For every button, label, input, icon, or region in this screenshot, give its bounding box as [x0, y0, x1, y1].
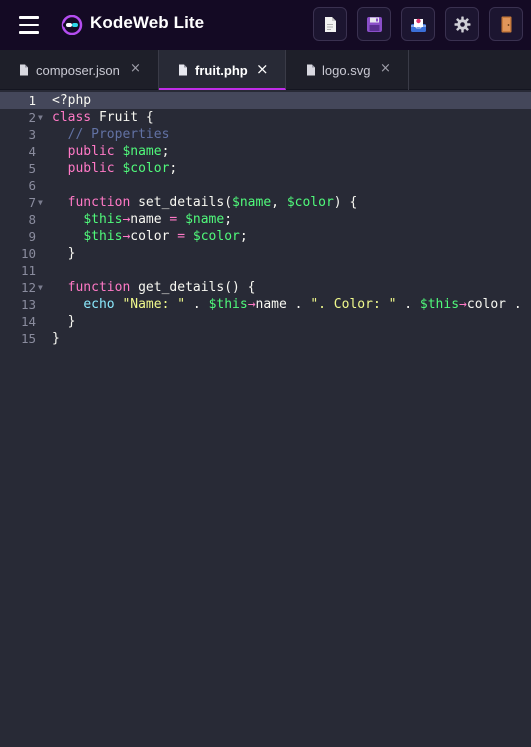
fold-arrow-icon[interactable]: ▼	[38, 109, 43, 126]
code-text: }	[52, 314, 76, 329]
logo-icon	[61, 15, 83, 35]
code-line[interactable]: 14 }	[0, 313, 531, 330]
code-line[interactable]: 12 ▼ function get_details() {	[0, 279, 531, 296]
file-icon	[179, 64, 187, 76]
close-icon[interactable]: ×	[256, 61, 269, 77]
code-text: class Fruit {	[52, 110, 154, 125]
code-line[interactable]: 1 <?php	[0, 92, 531, 109]
code-text: }	[52, 246, 76, 261]
code-editor[interactable]: 1 <?php 2 ▼ class Fruit {3 // Properties 4 pu…	[0, 91, 531, 747]
code-text: function set_details($name, $color) {	[67, 195, 358, 210]
code-line[interactable]: 8 $this→name = $name;	[0, 211, 531, 228]
export-button[interactable]	[401, 7, 435, 41]
app-title: KodeWeb Lite	[90, 13, 205, 32]
code-text: }	[52, 331, 60, 346]
code-line[interactable]: 2 ▼ class Fruit {	[0, 109, 531, 126]
line-number: 10	[20, 246, 36, 261]
code-line[interactable]: 6	[0, 177, 531, 194]
code-line[interactable]: 7 ▼ function set_details($name, $color) {	[0, 194, 531, 211]
tab-logo-svg[interactable]: logo.svg ×	[286, 50, 409, 90]
code-text: $this→name = $name;	[83, 212, 233, 227]
file-icon	[20, 64, 28, 76]
line-number: 1	[28, 93, 36, 108]
line-number: 5	[28, 161, 36, 176]
code-line[interactable]: 11	[0, 262, 531, 279]
tab-fruit-php[interactable]: fruit.php ×	[159, 50, 286, 90]
new-file-button[interactable]	[313, 7, 347, 41]
code-text: function get_details() {	[67, 280, 256, 295]
tab-composer-json[interactable]: composer.json ×	[0, 50, 159, 90]
app-header: KodeWeb Lite	[0, 0, 531, 50]
file-icon	[307, 64, 315, 76]
fold-arrow-icon[interactable]: ▼	[38, 194, 43, 211]
code-line[interactable]: 4 public $name;	[0, 143, 531, 160]
code-line[interactable]: 15}	[0, 330, 531, 347]
line-number: 4	[28, 144, 36, 159]
code-line[interactable]: 10 }	[0, 245, 531, 262]
code-line[interactable]: 3 // Properties	[0, 126, 531, 143]
save-button[interactable]	[357, 7, 391, 41]
line-number: 6	[28, 178, 36, 193]
file-icon	[325, 17, 336, 32]
line-number: 7	[28, 195, 36, 210]
code-line[interactable]: 5 public $color;	[0, 160, 531, 177]
floppy-icon	[367, 17, 382, 32]
tab-label: composer.json	[36, 63, 120, 78]
door-icon	[501, 16, 512, 33]
tab-bar: composer.json × fruit.php × logo.svg ×	[0, 50, 531, 90]
line-number: 12	[20, 280, 36, 295]
tab-label: logo.svg	[322, 63, 371, 78]
menu-icon[interactable]	[19, 15, 39, 35]
close-icon[interactable]: ×	[380, 61, 391, 77]
settings-button[interactable]	[445, 7, 479, 41]
line-number: 2	[28, 110, 36, 125]
fold-arrow-icon[interactable]: ▼	[38, 279, 43, 296]
code-text: $this→color = $color;	[83, 229, 248, 244]
code-line[interactable]: 9 $this→color = $color;	[0, 228, 531, 245]
gear-icon	[454, 16, 471, 33]
line-number: 14	[20, 314, 36, 329]
code-text: // Properties	[67, 127, 170, 142]
code-text: <?php	[52, 93, 92, 108]
exit-button[interactable]	[489, 7, 523, 41]
line-number: 8	[28, 212, 36, 227]
tab-label: fruit.php	[195, 63, 248, 78]
code-text: public $name;	[67, 144, 170, 159]
code-text: public $color;	[67, 161, 178, 176]
code-line[interactable]: 13 echo "Name: " . $this→name . ". Color…	[0, 296, 531, 313]
line-number: 15	[20, 331, 36, 346]
line-number: 3	[28, 127, 36, 142]
line-number: 13	[20, 297, 36, 312]
line-number: 11	[20, 263, 36, 278]
code-text: echo "Name: " . $this→name . ". Color: "…	[83, 297, 522, 312]
close-icon[interactable]: ×	[130, 61, 141, 77]
inbox-icon	[411, 18, 426, 32]
line-number: 9	[28, 229, 36, 244]
